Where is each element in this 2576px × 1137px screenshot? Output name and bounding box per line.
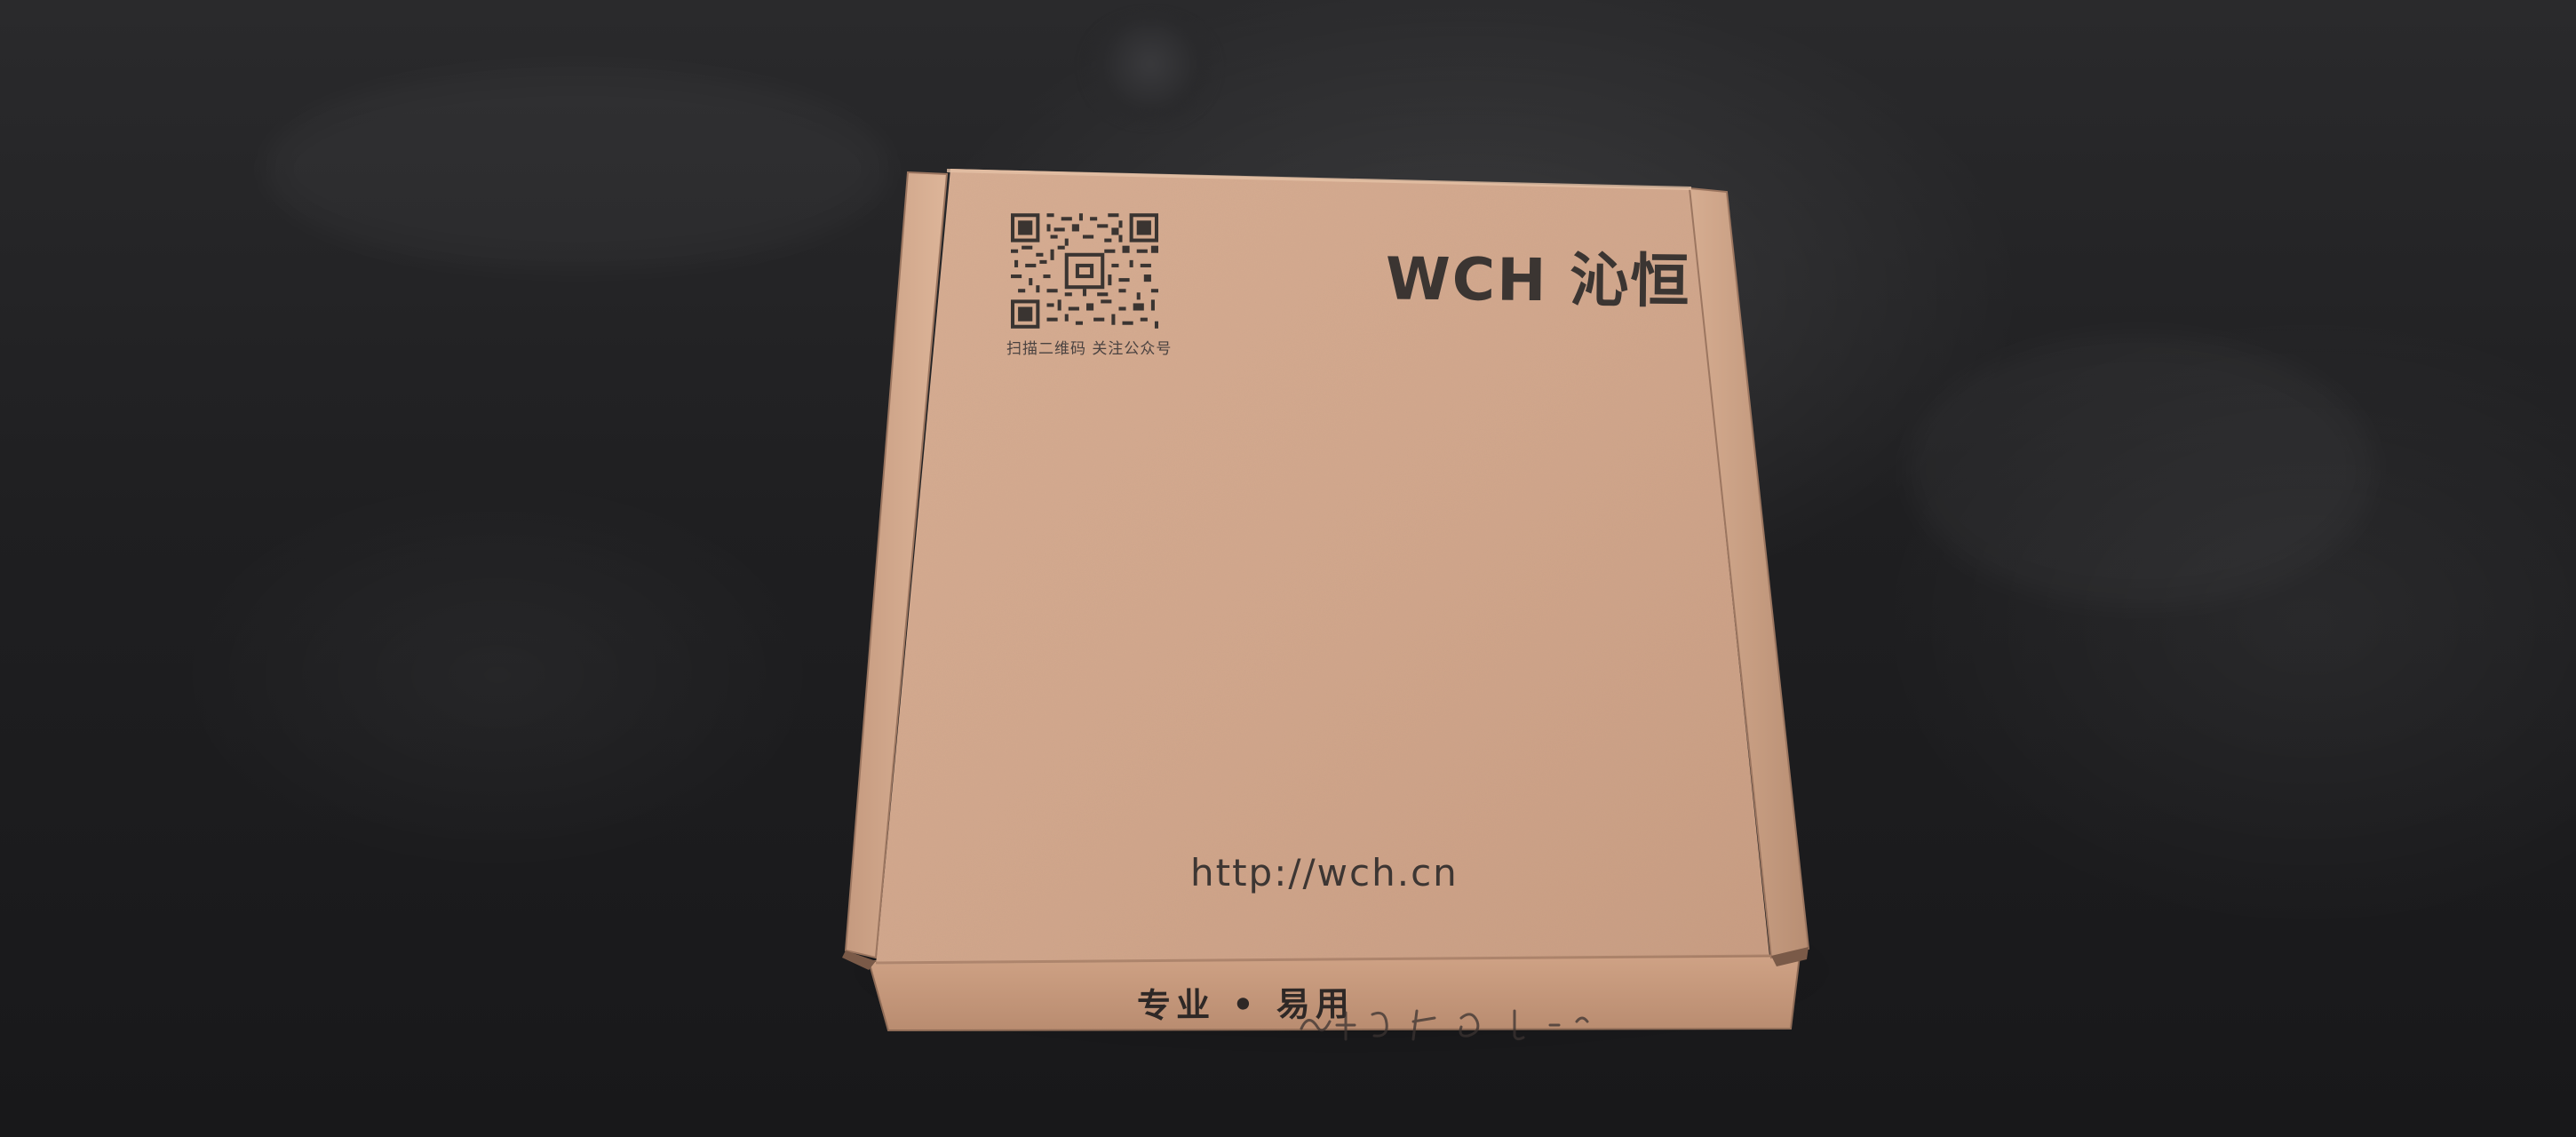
website-url: http://wch.cn [1190, 851, 1459, 894]
qr-caption: 扫描二维码 关注公众号 [1006, 340, 1173, 358]
cardboard-box [842, 169, 1810, 1032]
handwritten-marks [1300, 1009, 1589, 1041]
brand-logo: WCH 沁恒 [1385, 244, 1691, 316]
dark-tabletop: 扫描二维码 关注公众号 WCH 沁恒 http://wch.cn 专业 • 易用 [0, 0, 2576, 1137]
qr-code [1011, 213, 1158, 329]
